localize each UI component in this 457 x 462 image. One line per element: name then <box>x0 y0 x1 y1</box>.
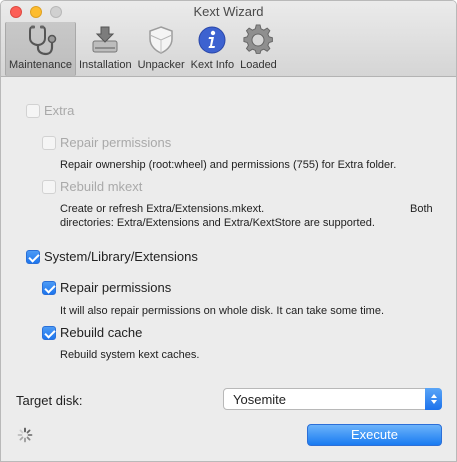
info-icon <box>198 26 226 54</box>
rebuild-cache-description: Rebuild system kext caches. <box>60 349 200 361</box>
tab-label: Loaded <box>240 59 277 71</box>
install-drive-icon <box>92 26 118 53</box>
execute-button[interactable]: Execute <box>307 424 442 446</box>
tab-label: Kext Info <box>190 59 235 71</box>
target-disk-label: Target disk: <box>16 393 83 408</box>
extra-checkbox[interactable] <box>26 104 40 118</box>
target-disk-select[interactable]: Yosemite <box>223 388 442 410</box>
extra-repair-permissions-checkbox[interactable] <box>42 136 56 150</box>
tab-label: Installation <box>79 59 132 71</box>
system-extensions-checkbox[interactable] <box>26 250 40 264</box>
rebuild-mkext-checkbox[interactable] <box>42 180 56 194</box>
tab-label: Maintenance <box>9 59 72 71</box>
target-disk-value: Yosemite <box>233 392 286 407</box>
system-repair-permissions-description: It will also repair permissions on whole… <box>60 305 385 317</box>
progress-spinner-icon <box>17 427 33 443</box>
shield-icon <box>149 26 173 54</box>
toolbar-tabs: Maintenance Installation Unpacker Kext I… <box>5 22 280 76</box>
tab-kext-info[interactable]: Kext Info <box>188 22 237 76</box>
maintenance-panel: Extra Repair permissions Repair ownershi… <box>1 78 456 461</box>
kext-wizard-window: Kext Wizard Maintenance Installation Unp… <box>0 0 457 462</box>
system-extensions-label: System/Library/Extensions <box>44 249 198 264</box>
window-title: Kext Wizard <box>193 4 264 19</box>
rebuild-mkext-label: Rebuild mkext <box>60 179 143 194</box>
rebuild-cache-label: Rebuild cache <box>60 325 143 340</box>
rebuild-mkext-description-tail: Both <box>410 203 433 215</box>
tab-maintenance[interactable]: Maintenance <box>5 22 76 76</box>
gear-icon <box>243 24 274 54</box>
select-arrows-icon <box>425 388 442 410</box>
system-repair-permissions-checkbox[interactable] <box>42 281 56 295</box>
rebuild-cache-checkbox[interactable] <box>42 326 56 340</box>
tab-label: Unpacker <box>137 59 185 71</box>
system-repair-permissions-label: Repair permissions <box>60 280 172 295</box>
extra-repair-permissions-description: Repair ownership (root:wheel) and permis… <box>60 159 397 171</box>
tab-unpacker[interactable]: Unpacker <box>135 22 188 76</box>
stethoscope-icon <box>28 25 56 56</box>
rebuild-mkext-description: Create or refresh Extra/Extensions.mkext… <box>60 203 265 215</box>
extra-repair-permissions-label: Repair permissions <box>60 135 172 150</box>
tab-installation[interactable]: Installation <box>76 22 135 76</box>
toolbar: Kext Wizard Maintenance Installation Unp… <box>1 1 456 77</box>
extra-label: Extra <box>44 103 75 118</box>
rebuild-mkext-description-line2: directories: Extra/Extensions and Extra/… <box>60 217 375 229</box>
tab-loaded[interactable]: Loaded <box>237 22 280 76</box>
